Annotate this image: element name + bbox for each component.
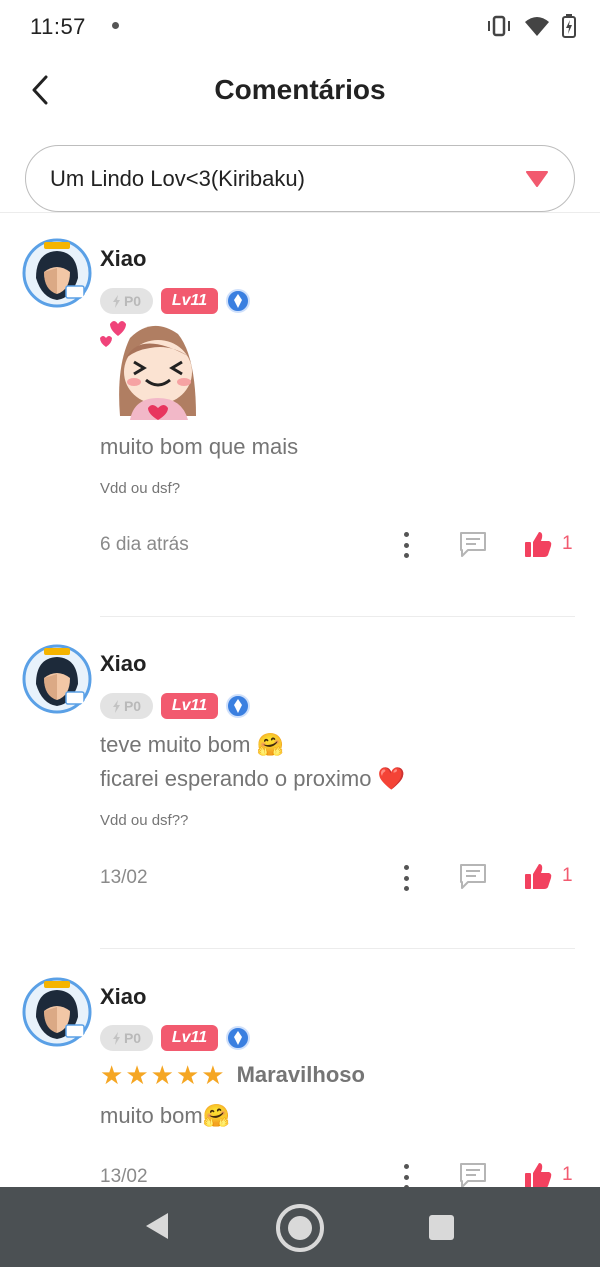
ribbon-badge [226, 1026, 250, 1050]
chapter-select[interactable]: Um Lindo Lov<3(Kiribaku) [25, 145, 575, 212]
reply-comment-icon[interactable] [458, 1161, 488, 1189]
page-title: Comentários [214, 74, 386, 105]
chapter-select-value: Um Lindo Lov<3(Kiribaku) [50, 165, 305, 191]
divider [0, 212, 600, 213]
thumbs-up-icon [525, 532, 552, 557]
more-options-button[interactable] [398, 865, 414, 891]
dropdown-triangle-icon [526, 171, 548, 187]
lightning-icon [112, 1031, 120, 1045]
star-icon: ★ [125, 1060, 149, 1090]
rating-label: Maravilhoso [236, 1062, 365, 1087]
comment-text-line: ficarei esperando o proximo ❤️ [100, 766, 405, 791]
avatar[interactable] [22, 977, 92, 1047]
divider [100, 948, 575, 949]
lightning-icon [112, 699, 120, 713]
comment-time: 13/02 [100, 1166, 148, 1187]
reply-comment-icon[interactable] [458, 862, 488, 890]
like-button[interactable]: 1 [524, 1161, 573, 1189]
points-badge-label: P0 [123, 698, 142, 714]
points-badge-label: P0 [123, 293, 142, 309]
level-badge: Lv11 [161, 288, 218, 314]
vibrate-icon [488, 15, 510, 37]
battery-icon [562, 14, 576, 38]
ribbon-icon [234, 1031, 242, 1045]
points-badge: P0 [100, 693, 153, 719]
ribbon-badge [226, 694, 250, 718]
comment-time: 13/02 [100, 867, 148, 888]
comment-text: teve muito bom 🤗 ficarei esperando o pro… [100, 728, 405, 796]
ribbon-icon [234, 294, 242, 308]
notification-dot-icon [112, 22, 119, 29]
points-badge-label: P0 [123, 1030, 142, 1046]
comment-text-line: muito bom🤗 [100, 1103, 231, 1128]
status-bar: 11:57 [0, 0, 600, 54]
username: Xiao [100, 246, 147, 271]
points-badge: P0 [100, 288, 153, 314]
sticker-image [100, 321, 196, 420]
level-badge: Lv11 [161, 693, 218, 719]
status-time: 11:57 [30, 14, 86, 39]
like-button[interactable]: 1 [524, 530, 573, 558]
comment-text-line: muito bom que mais [100, 434, 299, 459]
level-badge: Lv11 [161, 1025, 218, 1051]
reply-comment-icon[interactable] [458, 530, 488, 558]
ribbon-badge [226, 289, 250, 313]
star-icon: ★ [201, 1060, 225, 1090]
system-nav-bar [0, 1187, 600, 1267]
username: Xiao [100, 984, 147, 1009]
comment-text-line: teve muito bom 🤗 [100, 732, 284, 757]
like-count: 1 [562, 533, 573, 554]
rating: ★ ★ ★ ★ ★ Maravilhoso [100, 1062, 365, 1088]
ribbon-icon [234, 699, 242, 713]
divider [100, 616, 575, 617]
like-button[interactable]: 1 [524, 862, 573, 890]
thumbs-up-icon [525, 864, 552, 889]
app-header: Comentários [0, 54, 600, 126]
avatar[interactable] [22, 644, 92, 714]
points-badge: P0 [100, 1025, 153, 1051]
star-icon: ★ [175, 1060, 200, 1090]
comment-text: muito bom que mais [100, 430, 298, 464]
nav-home-icon[interactable] [276, 1204, 324, 1252]
star-icon: ★ [150, 1060, 174, 1090]
reply-note: Vdd ou dsf? [100, 480, 181, 497]
user-badges: P0 Lv11 [100, 1025, 250, 1051]
more-options-button[interactable] [398, 532, 414, 558]
nav-back-icon[interactable] [144, 1211, 170, 1241]
status-icons [486, 14, 576, 38]
like-count: 1 [562, 865, 573, 886]
reply-note: Vdd ou dsf?? [100, 812, 189, 829]
user-badges: P0 Lv11 [100, 288, 250, 314]
lightning-icon [112, 294, 120, 308]
comment-text: muito bom🤗 [100, 1099, 230, 1133]
wifi-icon [525, 17, 549, 36]
nav-recents-icon[interactable] [429, 1215, 454, 1240]
star-icon: ★ [100, 1060, 124, 1090]
username: Xiao [100, 651, 147, 676]
like-count: 1 [562, 1164, 573, 1185]
thumbs-up-icon [525, 1163, 552, 1188]
avatar[interactable] [22, 238, 92, 308]
user-badges: P0 Lv11 [100, 693, 250, 719]
comment-time: 6 dia atrás [100, 534, 189, 555]
